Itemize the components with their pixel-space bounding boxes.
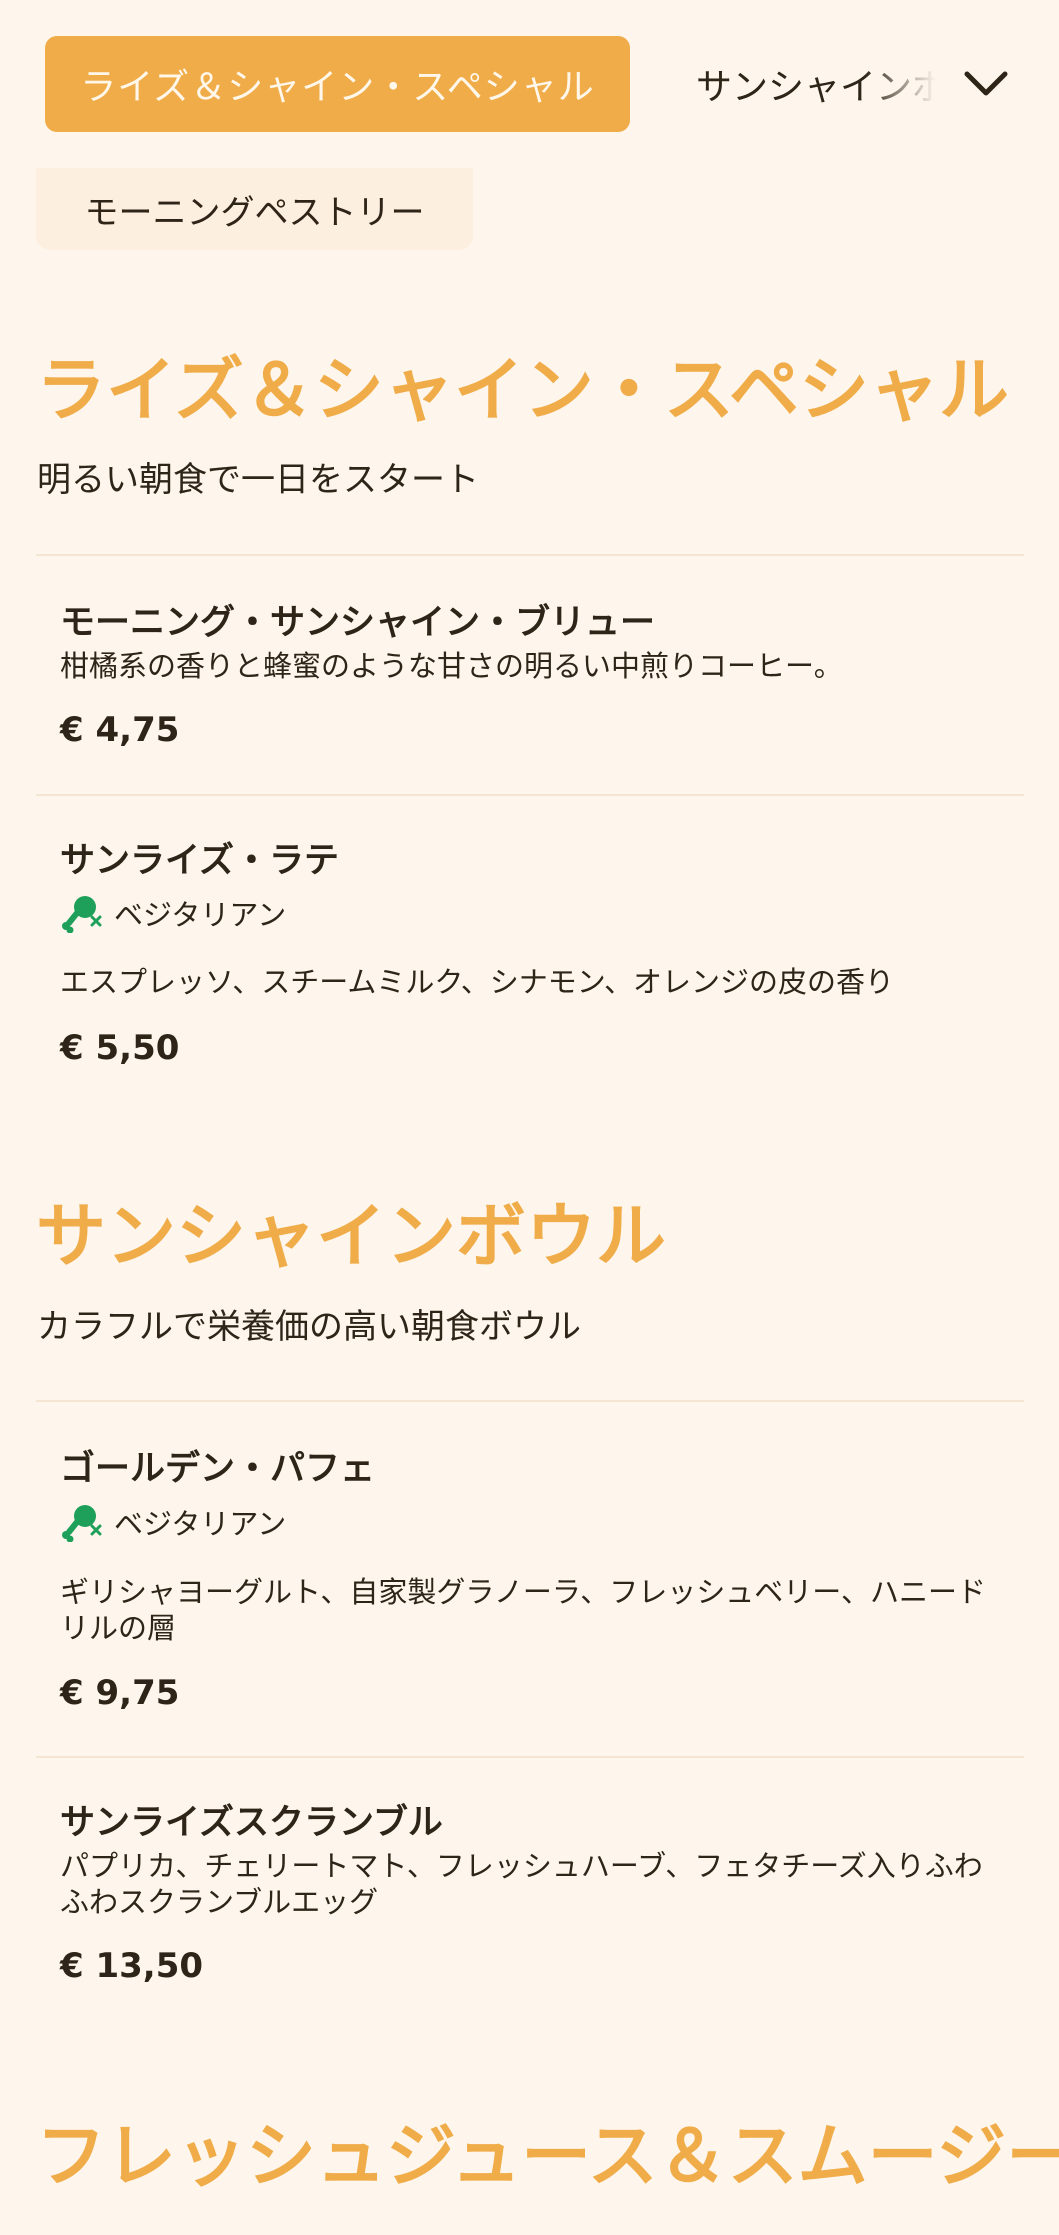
tab-rise-and-shine[interactable]: ライズ＆シャイン・スペシャル [45, 36, 630, 132]
vegetarian-badge: ベジタリアン [60, 893, 286, 933]
divider [36, 794, 1024, 796]
item-price: € 4,75 [60, 710, 180, 750]
item-name: モーニング・サンシャイン・ブリュー [60, 603, 656, 643]
item-price: € 9,75 [60, 1673, 180, 1713]
item-name: サンライズスクランブル [60, 1803, 443, 1843]
section-title: ライズ＆シャイン・スペシャル [36, 349, 1009, 431]
item-description: パプリカ、チェリートマト、フレッシュハーブ、フェタチーズ入りふわふわスクランブル… [60, 1849, 983, 1919]
chevron-down-icon[interactable] [961, 62, 1011, 106]
vegetarian-label: ベジタリアン [114, 1507, 287, 1541]
section-title: サンシャインボウル [36, 1195, 666, 1277]
divider [36, 554, 1024, 556]
divider [36, 1400, 1024, 1402]
tab-sunshine-bowls[interactable]: サンシャインボウル [696, 50, 936, 118]
item-description: ギリシャヨーグルト、自家製グラノーラ、フレッシュベリー、ハニードリルの層 [60, 1575, 986, 1645]
tab-morning-pastry[interactable]: モーニングペストリー [36, 168, 473, 250]
item-description: エスプレッソ、スチームミルク、シナモン、オレンジの皮の香り [60, 965, 895, 999]
vegetarian-badge: ベジタリアン [60, 1502, 286, 1542]
divider [36, 1756, 1024, 1758]
category-nav: ライズ＆シャイン・スペシャル サンシャインボウル [0, 0, 1059, 168]
item-description: 柑橘系の香りと蜂蜜のような甘さの明るい中煎りコーヒー。 [60, 649, 843, 683]
meat-crossed-icon [62, 1505, 102, 1542]
section-title: フレッシュジュース＆スムージー [36, 2115, 1059, 2197]
vegetarian-label: ベジタリアン [114, 898, 287, 932]
section-subtitle: 明るい朝食で一日をスタート [37, 460, 479, 500]
meat-crossed-icon [62, 896, 102, 933]
item-price: € 13,50 [60, 1946, 204, 1986]
item-name: ゴールデン・パフェ [60, 1449, 376, 1489]
item-price: € 5,50 [60, 1028, 180, 1068]
section-subtitle: カラフルで栄養価の高い朝食ボウル [37, 1307, 581, 1347]
item-name: サンライズ・ラテ [60, 841, 339, 881]
